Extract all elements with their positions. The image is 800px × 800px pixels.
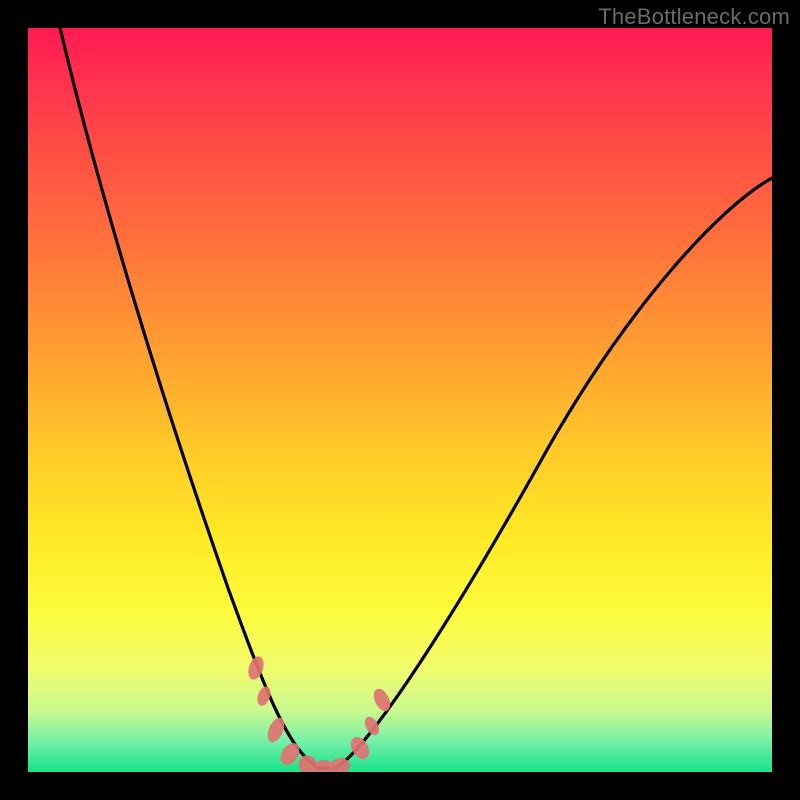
marker-dot	[370, 686, 393, 714]
bottleneck-curve-path	[60, 28, 772, 768]
marker-dot	[264, 715, 287, 744]
chart-frame: TheBottleneck.com	[0, 0, 800, 800]
watermark-text: TheBottleneck.com	[598, 4, 790, 30]
gradient-plot-area	[28, 28, 772, 772]
marker-group	[246, 654, 394, 772]
bottleneck-curve-svg	[28, 28, 772, 772]
marker-dot	[362, 714, 382, 737]
marker-dot	[347, 734, 373, 763]
